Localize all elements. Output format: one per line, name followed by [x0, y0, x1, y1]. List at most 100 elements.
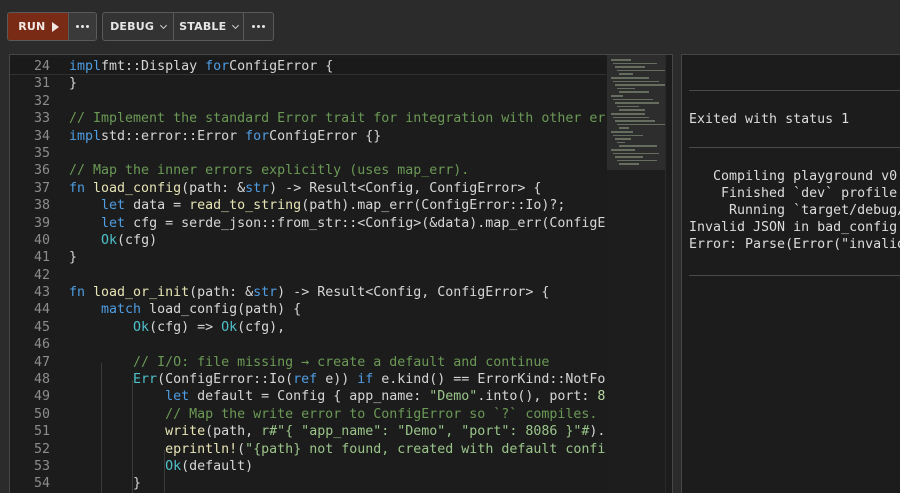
code-token: ConfigError {} [269, 128, 382, 144]
code-editor[interactable]: 24 implfmt::Display forConfigError {31} 32… [9, 54, 673, 493]
line-text: match load_config(path) { [69, 301, 301, 318]
stderr-line: Invalid JSON in bad_config. [689, 220, 900, 235]
line-number: 52 [33, 441, 50, 457]
line-text: Ok(cfg) => Ok(cfg), [69, 319, 285, 336]
code-token: load_or_init [85, 285, 190, 301]
code-line[interactable]: 54 } [10, 475, 606, 492]
code-line[interactable]: 24 implfmt::Display forConfigError { [10, 58, 606, 76]
line-number: 45 [33, 319, 50, 335]
code-line[interactable]: 40 Ok(cfg) [10, 232, 606, 249]
code-token: for [245, 128, 270, 144]
code-token: Ok [133, 319, 150, 335]
code-line[interactable]: 47 // I/O: file missing → create a defau… [10, 354, 606, 371]
code-line[interactable]: 32 [10, 93, 606, 110]
exit-status-text: Exited with status 1 [689, 112, 850, 127]
code-line[interactable]: 50 // Map the write error to ConfigError… [10, 406, 606, 423]
code-line[interactable]: 37 fn load_config(path: &str) -> Result<C… [10, 180, 606, 197]
minimap-line [611, 95, 623, 97]
line-number: 24 [33, 59, 50, 74]
code-line[interactable]: 52 eprintln!("{path} not found, created … [10, 441, 606, 458]
output-divider [689, 275, 900, 276]
code-line[interactable]: 51 write(path, r#"{ "app_name": "Demo", … [10, 423, 606, 440]
line-number: 54 [33, 476, 50, 492]
minimap-line [617, 105, 639, 108]
line-number: 41 [33, 250, 50, 266]
code-line[interactable]: 44 match load_config(path) { [10, 301, 606, 318]
minimap-line [611, 113, 645, 115]
line-number: 36 [33, 163, 50, 179]
run-more-options-button[interactable] [67, 13, 96, 40]
code-token: impl [69, 128, 102, 144]
config-more-options-button[interactable] [243, 13, 273, 40]
line-number: 46 [33, 337, 50, 353]
minimap[interactable] [607, 55, 669, 493]
code-token: "Demo" [429, 389, 478, 405]
line-text: Ok(default) [69, 458, 253, 475]
line-number: 37 [33, 180, 50, 196]
stderr-line: Finished `dev` profile [689, 186, 898, 201]
code-token: e)) [317, 372, 358, 388]
line-text: // I/O: file missing → create a default … [69, 354, 549, 371]
code-area[interactable]: 24 implfmt::Display forConfigError {31} 32… [10, 58, 606, 493]
code-token: (path: & [189, 285, 254, 301]
code-token: (path: & [181, 180, 246, 196]
code-token: // Map the write error to ConfigError so… [165, 406, 598, 422]
line-text: eprintln!("{path} not found, created wit… [69, 441, 606, 458]
code-line[interactable]: 53 Ok(default) [10, 458, 606, 475]
code-token: str [253, 285, 278, 301]
code-token: (cfg) [117, 232, 158, 248]
code-line[interactable]: 48 Err(ConfigError::Io(ref e)) if e.kind… [10, 371, 606, 388]
channel-label: STABLE [179, 20, 227, 33]
chevron-down-icon [232, 21, 240, 29]
line-number: 47 [33, 354, 50, 370]
run-button-label: RUN [18, 20, 46, 33]
code-line[interactable]: 45 Ok(cfg) => Ok(cfg), [10, 319, 606, 336]
code-line[interactable]: 31} [10, 75, 606, 92]
code-line[interactable]: 42 [10, 267, 606, 284]
run-button[interactable]: RUN [8, 13, 68, 40]
code-token: Err [133, 372, 158, 388]
minimap-line [613, 116, 649, 119]
code-token: // Map the inner errors explicitly (uses… [69, 163, 470, 179]
code-line[interactable]: 41} [10, 249, 606, 266]
line-text: implfmt::Display forConfigError { [69, 58, 333, 75]
code-line[interactable]: 34 implstd::error::Error forConfigError {… [10, 128, 606, 145]
code-line[interactable]: 35 [10, 145, 606, 162]
stderr-line: Running `target/debug/ [689, 203, 900, 218]
code-line[interactable]: 46 [10, 336, 606, 353]
line-text: let cfg = serde_json::from_str::<Config>… [69, 215, 606, 232]
play-icon [52, 21, 60, 32]
code-token: ( [237, 441, 246, 457]
minimap-line [611, 77, 649, 79]
code-token: fmt::Display [101, 59, 206, 74]
minimap-line [611, 59, 631, 61]
line-text: fn load_or_init(path: &str) -> Result<Co… [69, 284, 549, 301]
channel-dropdown[interactable]: STABLE [173, 13, 243, 40]
code-token: e.kind() == ErrorKind::NotFound => { [381, 372, 606, 388]
code-token: std::error::Error [101, 128, 246, 144]
build-mode-dropdown[interactable]: DEBUG [103, 13, 173, 40]
code-line[interactable]: 38 let data = read_to_string(path).map_e… [10, 197, 606, 214]
line-text: } [69, 475, 141, 492]
line-number: 43 [33, 285, 50, 301]
code-token: 8086 [597, 389, 606, 405]
code-line[interactable]: 33 // Implement the standard Error trait … [10, 110, 606, 127]
code-line[interactable]: 49 let default = Config { app_name: "Dem… [10, 388, 606, 405]
code-token: .into(), port: [477, 389, 598, 405]
code-line[interactable]: 43 fn load_or_init(path: &str) -> Result<… [10, 284, 606, 301]
code-token: read_to_string [189, 198, 302, 214]
minimap-line [613, 98, 653, 101]
editor-scrollbar[interactable] [665, 55, 672, 493]
code-token: fn [69, 180, 86, 196]
minimap-line [613, 80, 659, 83]
code-token: ) -> Result<Config, ConfigError> { [277, 285, 550, 301]
code-line[interactable]: 36 // Map the inner errors explicitly (us… [10, 162, 606, 179]
line-text: } [69, 249, 77, 266]
code-line[interactable]: 39 let cfg = serde_json::from_str::<Conf… [10, 215, 606, 232]
code-token: write [165, 424, 206, 440]
code-token: load_config [85, 180, 182, 196]
